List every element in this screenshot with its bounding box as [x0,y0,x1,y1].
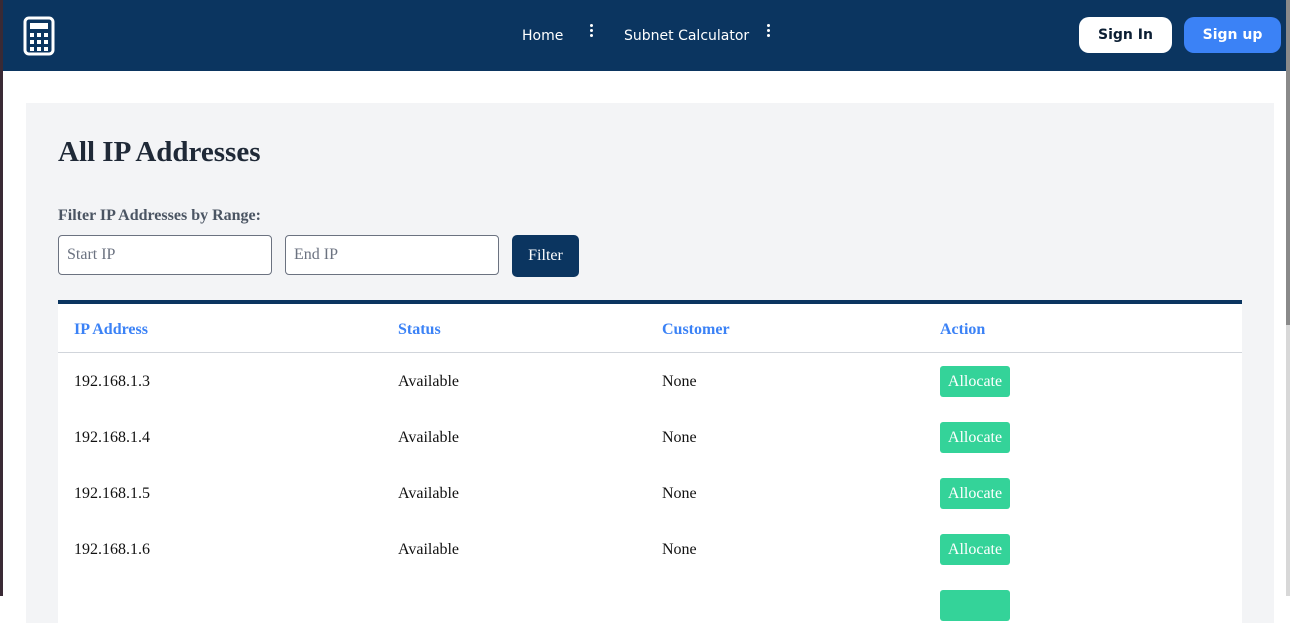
customer-cell: None [662,541,697,558]
page-scrollbar[interactable] [1286,0,1290,596]
column-header-status[interactable]: Status [398,321,441,339]
allocate-button[interactable]: Allocate [940,422,1010,453]
window-edge [0,0,3,596]
calculator-icon[interactable] [23,16,55,56]
nav-separator-dots [590,24,594,44]
allocate-button[interactable]: Allocate [940,478,1010,509]
column-header-customer[interactable]: Customer [662,321,730,339]
ip-address-cell: 192.168.1.6 [74,541,150,558]
page-title: All IP Addresses [58,136,261,168]
status-cell: Available [398,485,460,502]
allocate-button[interactable]: Allocate [940,534,1010,565]
scrollbar-thumb[interactable] [1286,0,1290,325]
column-header-ip-address[interactable]: IP Address [74,321,148,339]
ip-address-cell: 192.168.1.3 [74,373,150,390]
table-row: 192.168.1.6 Available None Allocate [58,521,1242,577]
customer-cell: None [662,429,697,446]
ip-address-cell: 192.168.1.5 [74,485,150,502]
filter-button[interactable]: Filter [512,235,579,277]
nav-link-home[interactable]: Home [522,26,563,46]
column-header-action[interactable]: Action [940,321,985,339]
status-cell: Available [398,541,460,558]
table-row: 192.168.1.5 Available None Allocate [58,465,1242,521]
allocate-button[interactable] [940,590,1010,621]
ip-address-cell: 192.168.1.4 [74,429,150,446]
customer-cell: None [662,485,697,502]
table-row: 192.168.1.4 Available None Allocate [58,409,1242,465]
customer-cell: None [662,373,697,390]
table-row: 192.168.1.3 Available None Allocate [58,353,1242,409]
sign-in-button[interactable]: Sign In [1079,17,1172,53]
allocate-button[interactable]: Allocate [940,366,1010,397]
top-navbar: Home Subnet Calculator Sign In Sign up [3,0,1286,71]
end-ip-input[interactable] [285,235,499,275]
main-panel: All IP Addresses Filter IP Addresses by … [26,103,1274,634]
nav-link-subnet-calculator[interactable]: Subnet Calculator [624,26,749,46]
status-cell: Available [398,373,460,390]
filter-label: Filter IP Addresses by Range: [58,207,261,224]
table-row [58,577,1242,633]
start-ip-input[interactable] [58,235,272,275]
status-cell: Available [398,429,460,446]
ip-table: IP Address Status Customer Action 192.16… [58,300,1242,634]
nav-separator-dots [767,24,771,44]
sign-up-button[interactable]: Sign up [1184,17,1281,53]
